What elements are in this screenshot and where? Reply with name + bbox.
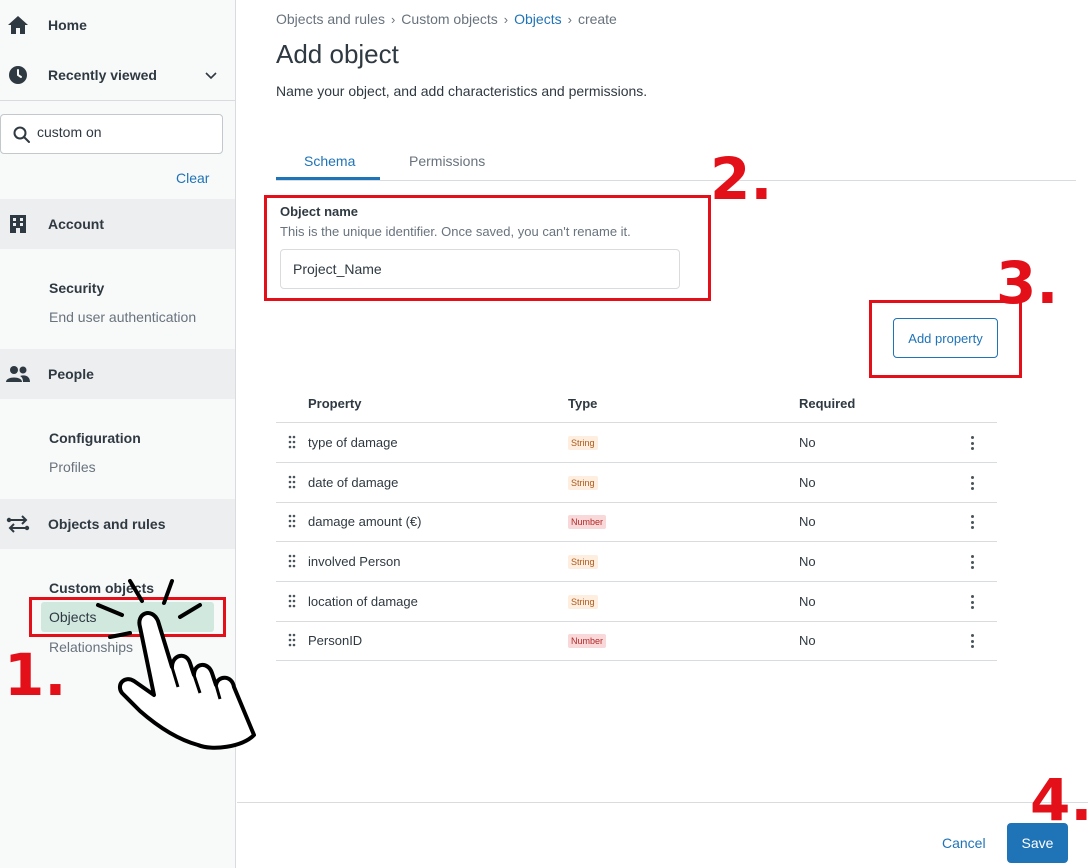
chevron-down-icon bbox=[205, 67, 217, 83]
step-3-label: 3. bbox=[996, 249, 1059, 317]
tab-permissions[interactable]: Permissions bbox=[409, 153, 485, 169]
nav-home[interactable]: Home bbox=[0, 0, 235, 50]
nav-people-label: People bbox=[48, 366, 94, 382]
more-options-icon[interactable] bbox=[966, 513, 978, 531]
drag-handle-icon[interactable] bbox=[288, 435, 296, 449]
type-badge: String bbox=[568, 476, 598, 490]
nav-recently-viewed[interactable]: Recently viewed bbox=[0, 50, 235, 100]
cancel-button[interactable]: Cancel bbox=[942, 835, 986, 851]
sidebar-item-end-user-auth[interactable]: End user authentication bbox=[49, 309, 196, 325]
type-badge: String bbox=[568, 436, 598, 450]
type-badge: Number bbox=[568, 634, 607, 648]
drag-handle-icon[interactable] bbox=[288, 514, 296, 528]
table-row: location of damage String No bbox=[276, 582, 997, 622]
drag-handle-icon[interactable] bbox=[288, 594, 296, 608]
table-row: damage amount (€) Number No bbox=[276, 502, 997, 542]
nav-people[interactable]: People bbox=[0, 349, 235, 399]
required-value: No bbox=[799, 633, 816, 648]
column-header-type: Type bbox=[568, 396, 598, 411]
page-title: Add object bbox=[276, 39, 399, 69]
column-header-property: Property bbox=[308, 396, 362, 411]
sidebar-divider bbox=[0, 100, 235, 101]
nav-account-label: Account bbox=[48, 216, 104, 232]
nav-account[interactable]: Account bbox=[0, 199, 235, 249]
table-row: PersonID Number No bbox=[276, 621, 997, 661]
building-icon bbox=[6, 212, 30, 236]
drag-handle-icon[interactable] bbox=[288, 633, 296, 647]
column-header-required: Required bbox=[799, 396, 856, 411]
chevron-right-icon: › bbox=[503, 11, 509, 27]
chevron-right-icon: › bbox=[390, 11, 396, 27]
required-value: No bbox=[799, 475, 816, 490]
property-name: type of damage bbox=[308, 435, 398, 450]
more-options-icon[interactable] bbox=[966, 632, 978, 650]
property-name: date of damage bbox=[308, 475, 399, 490]
search-icon bbox=[13, 126, 31, 149]
breadcrumb-custom-objects[interactable]: Custom objects bbox=[401, 11, 497, 27]
sidebar-search[interactable] bbox=[0, 114, 223, 154]
step-1-label: 1. bbox=[4, 641, 67, 709]
breadcrumb-objects-and-rules[interactable]: Objects and rules bbox=[276, 11, 385, 27]
clear-search-link[interactable]: Clear bbox=[176, 170, 209, 186]
type-badge: Number bbox=[568, 515, 607, 529]
drag-handle-icon[interactable] bbox=[288, 554, 296, 568]
nav-objects-and-rules[interactable]: Objects and rules bbox=[0, 499, 235, 549]
drag-handle-icon[interactable] bbox=[288, 475, 296, 489]
active-tab-indicator bbox=[276, 177, 380, 180]
pointing-hand-icon bbox=[96, 579, 256, 750]
sidebar-item-profiles[interactable]: Profiles bbox=[49, 459, 96, 475]
property-name: location of damage bbox=[308, 594, 418, 609]
clock-icon bbox=[6, 63, 30, 87]
required-value: No bbox=[799, 435, 816, 450]
more-options-icon[interactable] bbox=[966, 553, 978, 571]
tab-bar: Schema Permissions bbox=[276, 144, 1076, 181]
breadcrumb: Objects and rules › Custom objects › Obj… bbox=[276, 11, 617, 27]
step-2-label: 2. bbox=[710, 145, 773, 213]
step-4-label: 4. bbox=[1030, 766, 1088, 834]
nav-objects-and-rules-label: Objects and rules bbox=[48, 516, 166, 532]
search-input[interactable] bbox=[37, 124, 217, 140]
table-row: type of damage String No bbox=[276, 423, 997, 463]
breadcrumb-objects[interactable]: Objects bbox=[514, 11, 561, 27]
highlight-object-name bbox=[264, 195, 711, 301]
tab-schema[interactable]: Schema bbox=[304, 153, 355, 169]
table-row: date of damage String No bbox=[276, 463, 997, 503]
type-badge: String bbox=[568, 595, 598, 609]
home-icon bbox=[6, 13, 30, 37]
page-description: Name your object, and add characteristic… bbox=[276, 83, 648, 99]
configuration-heading: Configuration bbox=[49, 430, 141, 446]
property-name: PersonID bbox=[308, 633, 363, 648]
security-heading: Security bbox=[49, 280, 105, 296]
more-options-icon[interactable] bbox=[966, 593, 978, 611]
table-row: involved Person String No bbox=[276, 542, 997, 582]
required-value: No bbox=[799, 594, 816, 609]
objects-rules-icon bbox=[6, 512, 30, 536]
chevron-right-icon: › bbox=[567, 11, 572, 27]
nav-recently-viewed-label: Recently viewed bbox=[48, 67, 157, 83]
more-options-icon[interactable] bbox=[966, 474, 978, 492]
nav-home-label: Home bbox=[48, 17, 87, 33]
type-badge: String bbox=[568, 555, 598, 569]
breadcrumb-create: create bbox=[577, 11, 617, 27]
properties-table-header: Property Type Required bbox=[276, 384, 997, 423]
property-name: involved Person bbox=[308, 554, 401, 569]
required-value: No bbox=[799, 514, 816, 529]
property-name: damage amount (€) bbox=[308, 514, 422, 529]
more-options-icon[interactable] bbox=[966, 434, 978, 452]
people-icon bbox=[6, 362, 30, 386]
required-value: No bbox=[799, 554, 816, 569]
